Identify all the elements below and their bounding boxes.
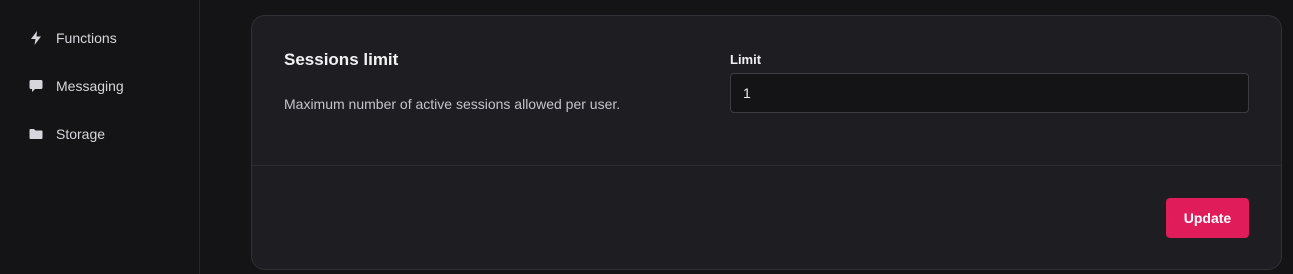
sessions-limit-card: Sessions limit Maximum number of active … [251,15,1282,270]
sidebar-item-label: Messaging [56,78,124,94]
sidebar-item-label: Functions [56,30,117,46]
card-description: Maximum number of active sessions allowe… [284,96,621,112]
sidebar-item-storage[interactable]: Storage [28,124,105,144]
folder-icon [28,126,44,142]
sidebar: Functions Messaging Storage [0,0,200,274]
limit-input[interactable] [730,73,1249,113]
app: Functions Messaging Storage Sessions lim… [0,0,1293,274]
card-divider [252,165,1281,166]
sidebar-item-messaging[interactable]: Messaging [28,76,124,96]
chat-bubble-icon [28,78,44,94]
lightning-bolt-icon [28,30,44,46]
card-title: Sessions limit [284,50,399,69]
sidebar-item-functions[interactable]: Functions [28,28,117,48]
limit-field-label: Limit [730,52,762,67]
sidebar-item-label: Storage [56,126,106,142]
update-button[interactable]: Update [1166,198,1249,238]
